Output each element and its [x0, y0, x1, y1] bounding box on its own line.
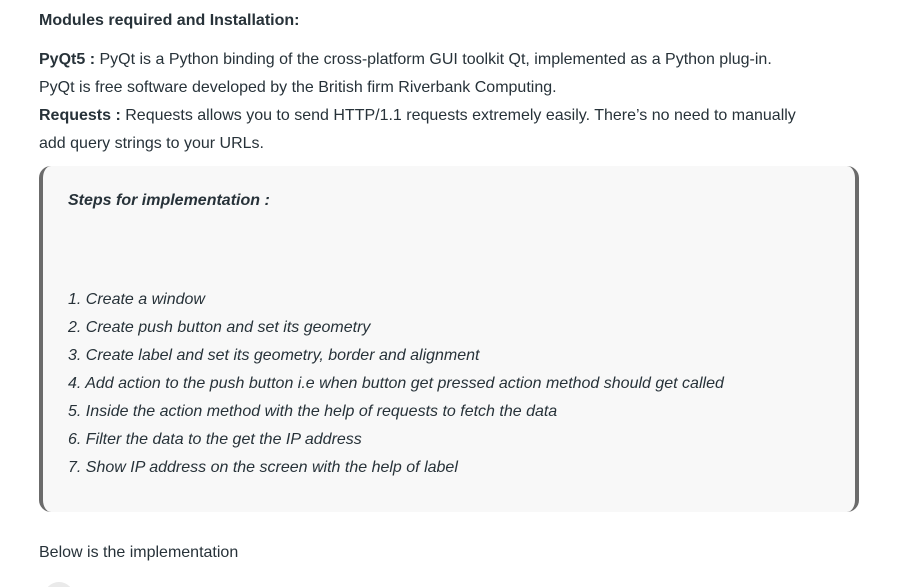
- section-heading: Modules required and Installation:: [39, 12, 300, 29]
- module-name-pyqt5: PyQt5 :: [39, 51, 96, 68]
- step-item: 5. Inside the action method with the hel…: [68, 403, 558, 420]
- pyqt5-line-1: PyQt5 : PyQt is a Python binding of the …: [39, 46, 869, 74]
- step-item: 4. Add action to the push button i.e whe…: [68, 375, 724, 392]
- implementation-intro: Below is the implementation: [39, 544, 239, 561]
- step-item: 6. Filter the data to the get the IP add…: [68, 431, 362, 448]
- requests-line-1: Requests : Requests allows you to send H…: [39, 102, 869, 130]
- step-item: 7. Show IP address on the screen with th…: [68, 459, 458, 476]
- modules-description: PyQt5 : PyQt is a Python binding of the …: [39, 46, 869, 158]
- steps-blockquote: Steps for implementation : 1. Create a w…: [39, 166, 859, 512]
- steps-title: Steps for implementation :: [68, 192, 270, 209]
- module-name-requests: Requests :: [39, 107, 121, 124]
- code-block-edge: [44, 582, 74, 587]
- step-item: 1. Create a window: [68, 291, 205, 308]
- requests-text-2: add query strings to your URLs.: [39, 135, 264, 152]
- requests-text-1: Requests allows you to send HTTP/1.1 req…: [120, 107, 796, 124]
- pyqt5-text-2: PyQt is free software developed by the B…: [39, 79, 557, 96]
- steps-list: 1. Create a window 2. Create push button…: [68, 286, 724, 482]
- step-item: 2. Create push button and set its geomet…: [68, 319, 371, 336]
- pyqt5-text-1: PyQt is a Python binding of the cross-pl…: [95, 51, 772, 68]
- step-item: 3. Create label and set its geometry, bo…: [68, 347, 480, 364]
